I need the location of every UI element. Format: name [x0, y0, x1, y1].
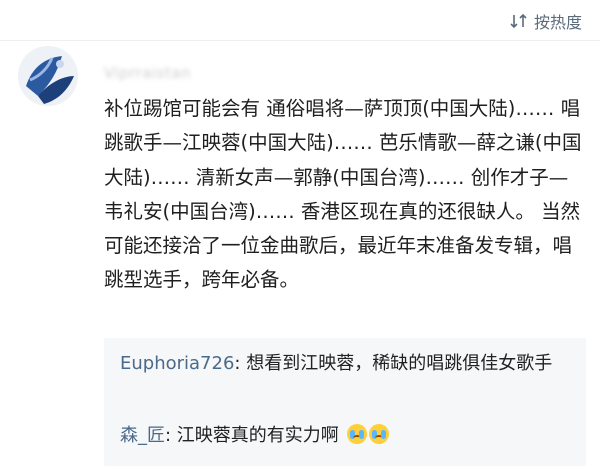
sort-icon: [510, 13, 528, 29]
reply-separator: :: [165, 425, 177, 446]
comment-body: 补位踢馆可能会有 通俗唱将—萨顶顶(中国大陆)…… 唱跳歌手—江映蓉(中国大陆)…: [104, 97, 582, 292]
reply-username[interactable]: 森_匠: [120, 425, 165, 446]
replies-panel: Euphoria726: 想看到江映蓉，稀缺的唱跳俱佳女歌手 森_匠: 江映蓉真…: [104, 338, 586, 466]
reply-text: 想看到江映蓉，稀缺的唱跳俱佳女歌手: [246, 353, 553, 374]
sort-label: 按热度: [533, 13, 582, 32]
crying-face-icon: [368, 424, 389, 444]
reply-separator: :: [234, 353, 247, 374]
reply-text: 江映蓉真的有实力啊: [176, 425, 339, 446]
divider: [0, 40, 600, 41]
sort-by-hotness-button[interactable]: 按热度: [510, 8, 582, 34]
reply-item: Euphoria726: 想看到江映蓉，稀缺的唱跳俱佳女歌手: [120, 348, 574, 380]
avatar-image: [18, 46, 78, 106]
reply-username[interactable]: Euphoria726: [120, 353, 234, 374]
comment-username[interactable]: Viprraistan: [104, 64, 191, 82]
avatar[interactable]: [18, 46, 78, 106]
reply-item: 森_匠: 江映蓉真的有实力啊: [120, 420, 574, 452]
crying-face-icon: [346, 424, 367, 444]
